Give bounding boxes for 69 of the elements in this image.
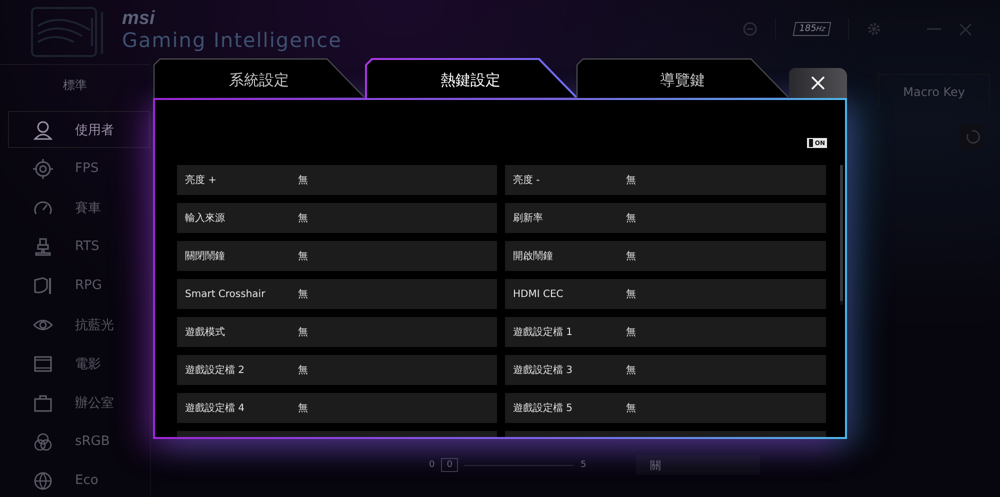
close-button[interactable] (789, 68, 847, 98)
hotkey-name: 遊戲設定檔 3 (512, 364, 574, 377)
hotkey-row[interactable]: 遊戲設定檔 4 無 (177, 393, 497, 423)
hotkey-value: 無 (626, 402, 636, 415)
hotkey-name: 輸入來源 (184, 212, 226, 225)
hotkey-row[interactable]: HDMI CEC 無 (505, 279, 826, 309)
hotkey-row[interactable]: 開啟鬧鐘 無 (505, 241, 826, 271)
hotkey-value: 無 (626, 212, 636, 225)
hotkey-name: 遊戲設定檔 5 (512, 402, 574, 415)
hotkey-row[interactable]: 關閉鬧鐘 無 (177, 241, 497, 271)
hotkey-row[interactable]: Smart Crosshair 無 (177, 279, 497, 309)
hotkey-name: 刷新率 (512, 212, 544, 225)
hotkey-row[interactable] (177, 431, 497, 437)
hotkey-name: 開啟鬧鐘 (512, 250, 554, 263)
minus-circle-icon[interactable] (742, 22, 757, 36)
minimize-icon[interactable] (927, 27, 941, 31)
hotkey-row[interactable]: 亮度 + 無 (177, 165, 497, 195)
globe-icon (33, 470, 53, 490)
sidebar-item[interactable]: 使用者 (8, 111, 150, 148)
tab[interactable]: 系統設定 (153, 58, 365, 98)
film-icon (33, 354, 53, 374)
mode-tab[interactable]: 標準 (0, 64, 150, 105)
slider-min-label: 0 (429, 460, 435, 470)
brand-logo: msi (122, 8, 155, 28)
hotkey-row[interactable]: 遊戲設定檔 3 無 (505, 355, 826, 385)
hotkey-value: 無 (626, 288, 636, 301)
hotkey-name: 遊戲設定檔 1 (512, 326, 574, 339)
hotkey-value: 無 (626, 250, 636, 263)
hotkey-value: 無 (298, 212, 308, 225)
hotkey-row[interactable]: 遊戲設定檔 5 無 (505, 393, 826, 423)
hotkey-name: 關閉鬧鐘 (184, 250, 226, 263)
hotkey-value: 無 (626, 174, 636, 187)
hotkey-row[interactable] (505, 431, 826, 437)
hotkey-name: HDMI CEC (512, 288, 564, 300)
hotkey-row[interactable]: 遊戲模式 無 (177, 317, 497, 347)
hotkey-name: 遊戲設定檔 4 (184, 402, 246, 415)
hotkey-row[interactable]: 遊戲設定檔 1 無 (505, 317, 826, 347)
hotkey-row[interactable]: 刷新率 無 (505, 203, 826, 233)
crosshair-icon (33, 158, 53, 178)
briefcase-icon (33, 392, 53, 412)
hotkey-value: 無 (298, 174, 308, 187)
rings-icon (33, 432, 53, 452)
hotkey-name: 遊戲模式 (184, 326, 226, 339)
hotkey-value: 無 (298, 250, 308, 263)
slider-max-label: 5 (580, 460, 586, 470)
hotkey-name: 亮度 + (184, 174, 218, 187)
hotkey-value: 無 (298, 326, 308, 339)
hotkey-value: 無 (298, 364, 308, 377)
shield-icon (33, 276, 53, 296)
tab[interactable]: 熱鍵設定 (364, 58, 576, 98)
slider-value-field[interactable]: 0 (440, 458, 458, 472)
tab[interactable]: 導覽鍵 (576, 58, 790, 98)
hotkey-name: 亮度 - (512, 174, 541, 187)
hotkey-value: 無 (298, 402, 308, 415)
app-title: Gaming Intelligence (122, 30, 342, 50)
user-icon (33, 120, 53, 140)
close-icon[interactable] (959, 22, 972, 36)
hotkey-value: 無 (626, 364, 636, 377)
hotkey-row[interactable]: 遊戲設定檔 2 無 (177, 355, 497, 385)
settings-icon[interactable] (867, 22, 881, 36)
hotkey-value: 無 (298, 288, 308, 301)
tower-icon (33, 236, 53, 256)
hotkey-row[interactable]: 亮度 - 無 (505, 165, 826, 195)
hotkey-row[interactable]: 輸入來源 無 (177, 203, 497, 233)
hotkey-value: 無 (626, 326, 636, 339)
hotkey-name: Smart Crosshair (184, 288, 266, 300)
hotkey-name: 遊戲設定檔 2 (184, 364, 246, 377)
close-icon (811, 76, 826, 90)
reset-icon[interactable] (960, 125, 984, 149)
